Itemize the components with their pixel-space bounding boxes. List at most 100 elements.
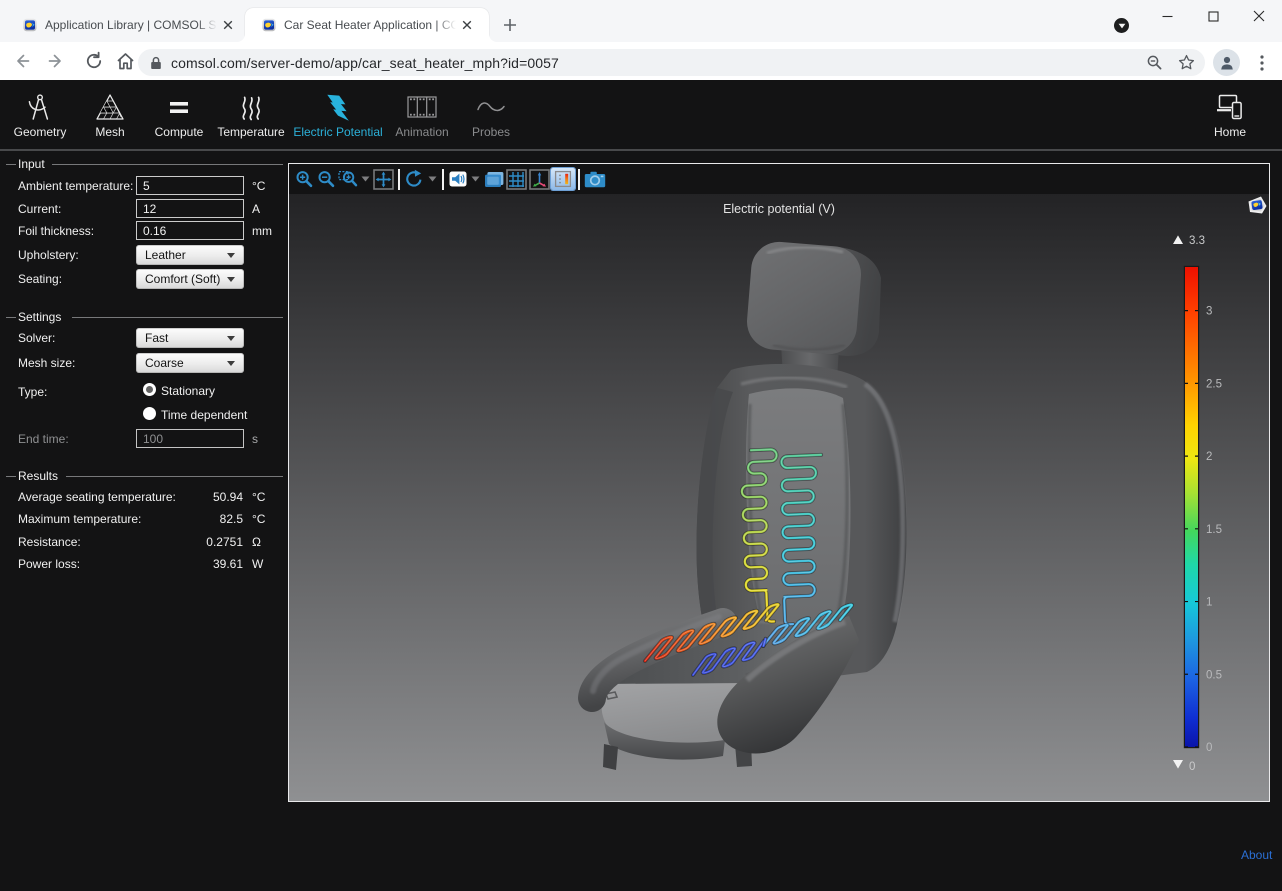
scene-light-icon[interactable] [447,168,468,190]
result-label: Average seating temperature: [18,490,176,504]
mesh-size-dropdown[interactable]: Coarse [136,353,244,373]
home-button[interactable] [111,47,139,75]
field-row-ambient-temperature: Ambient temperature: °C [0,176,288,196]
tab-search-button[interactable] [1114,18,1129,33]
solver-dropdown[interactable]: Fast [136,328,244,348]
result-value: 50.94 [213,490,243,504]
section-legend-settings: Settings [0,310,288,324]
result-value: 0.2751 [206,535,243,549]
home-devices-icon [1215,92,1245,122]
end-time-input[interactable] [136,429,244,448]
scene-light-menu-arrow[interactable] [468,168,482,190]
dropdown-value: Comfort (Soft) [145,272,220,286]
colorbar-tick-label: 0.5 [1206,669,1222,681]
parameters-sidebar: Input Ambient temperature: °C Current: A… [0,156,288,891]
comsol-favicon [23,18,37,32]
temperature-waves-icon [237,92,265,122]
field-label: Foil thickness: [18,224,94,238]
colorbar-tick-label: 2.5 [1206,378,1222,390]
grid-icon[interactable] [505,168,528,190]
screenshot-icon[interactable] [583,168,607,190]
section-legend-results: Results [0,469,288,483]
geometry-compass-icon [26,92,54,122]
seating-dropdown[interactable]: Comfort (Soft) [136,269,244,289]
ambient-temperature-input[interactable] [136,176,244,195]
field-row-current: Current: A [0,199,288,219]
url-text[interactable]: comsol.com/server-demo/app/car_seat_heat… [171,55,559,71]
rotate-menu-arrow[interactable] [425,168,439,190]
ribbon-button-home[interactable]: Home [1184,92,1276,139]
result-label: Resistance: [18,535,81,549]
result-unit: Ω [252,535,261,549]
colorbar-tick-label: 0 [1206,742,1212,754]
ribbon-label: Temperature [217,125,284,139]
coil-connector [764,639,766,646]
comsol-favicon [262,18,276,32]
minimize-button[interactable] [1144,0,1190,32]
app-ribbon: Geometry Mesh [0,80,1282,151]
result-label: Maximum temperature: [18,512,141,526]
zoom-out-page-icon[interactable] [1146,54,1163,71]
tab-strip: Application Library | COMSOL Se Car Seat… [0,0,1282,42]
address-bar[interactable]: comsol.com/server-demo/app/car_seat_heat… [138,49,1205,76]
mesh-triangle-icon [95,92,125,122]
current-input[interactable] [136,199,244,218]
field-label: End time: [18,432,69,446]
field-row-upholstery: Upholstery: Leather [0,245,288,265]
ribbon-button-temperature[interactable]: Temperature [205,92,297,139]
zoom-box-menu-arrow[interactable] [359,168,372,190]
upholstery-dropdown[interactable]: Leather [136,245,244,265]
colorbar-min-label: 0 [1189,761,1195,773]
reload-button[interactable] [80,47,108,75]
radio-time-dependent[interactable] [143,407,156,420]
tab-close-icon[interactable] [458,17,475,34]
zoom-in-icon[interactable] [293,168,315,190]
new-tab-button[interactable] [497,12,523,38]
field-unit: s [252,432,258,446]
chrome-menu-icon[interactable] [1250,49,1274,76]
ribbon-button-electric-potential[interactable]: Electric Potential [292,92,384,139]
radio-stationary[interactable] [143,383,156,396]
legend-line [72,317,283,318]
back-button[interactable] [8,47,36,75]
maximize-button[interactable] [1190,0,1236,32]
rotate-icon[interactable] [403,168,425,190]
probes-wave-icon [476,92,506,122]
result-value: 82.5 [220,512,243,526]
ribbon-label: Electric Potential [293,125,382,139]
close-window-button[interactable] [1236,0,1282,32]
show-color-legend-icon[interactable] [551,168,575,190]
ribbon-button-probes[interactable]: Probes [445,92,537,139]
tab-close-icon[interactable] [219,17,236,34]
colorbar-gradient [1185,267,1198,747]
result-value: 39.61 [213,557,243,571]
colorbar-tick-label: 1.5 [1206,524,1222,536]
zoom-extents-icon[interactable] [372,168,395,190]
forward-button[interactable] [42,47,70,75]
show-axis-icon[interactable] [528,168,551,190]
foil-thickness-input[interactable] [136,221,244,240]
field-label: Seating: [18,272,62,286]
zoom-box-icon[interactable] [337,168,359,190]
bookmark-star-icon[interactable] [1178,54,1195,71]
result-unit: °C [252,490,265,504]
lock-icon[interactable] [150,56,162,70]
zoom-out-icon[interactable] [315,168,337,190]
transparency-icon[interactable] [482,168,505,190]
field-row-type: Type: Stationary [0,382,288,402]
dropdown-arrow-icon [227,361,235,366]
urlbar-actions [1146,49,1195,76]
result-row-maximum-temperature: Maximum temperature: 82.5 °C [0,509,288,529]
dropdown-value: Coarse [145,356,184,370]
about-link[interactable]: About [1241,848,1272,862]
window-controls [1144,0,1282,32]
graphics-canvas[interactable]: Electric potential (V) 32.521.510.503.30 [289,194,1269,801]
tab-application-library[interactable]: Application Library | COMSOL Se [8,8,246,42]
profile-avatar[interactable] [1213,49,1240,76]
compute-equals-icon [167,92,191,122]
tab-car-seat-heater[interactable]: Car Seat Heater Application | CO [245,8,489,42]
ribbon-label: Geometry [14,125,67,139]
legend-line [52,164,283,165]
toolbar-separator [442,169,444,190]
section-title: Results [18,469,58,483]
